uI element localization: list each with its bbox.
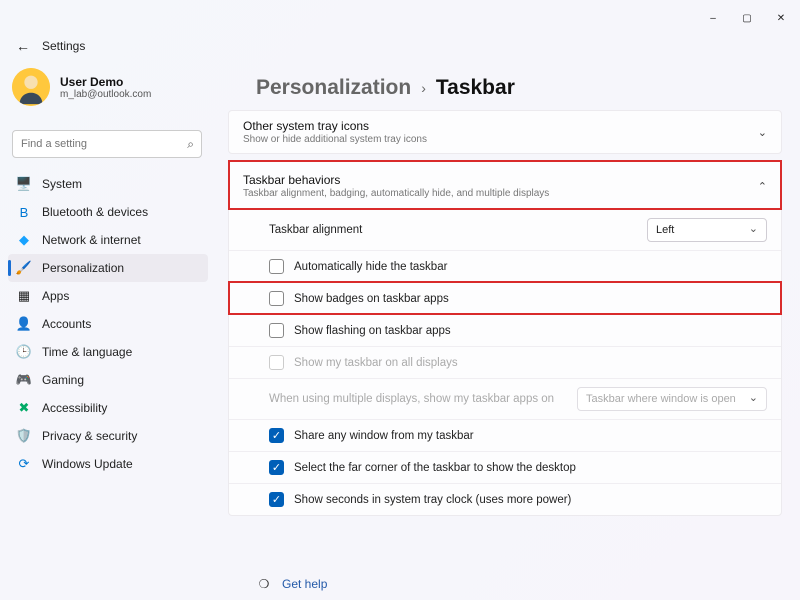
window-close-button[interactable]: ✕ xyxy=(764,6,798,30)
avatar xyxy=(12,68,50,106)
app-title: Settings xyxy=(42,39,85,53)
breadcrumb: Personalization › Taskbar xyxy=(256,76,515,100)
checkbox-badges[interactable] xyxy=(269,291,284,306)
nav-icon: ▦ xyxy=(16,288,32,304)
nav-icon: 🕒 xyxy=(16,344,32,360)
sidebar-item-bluetooth-devices[interactable]: B Bluetooth & devices xyxy=(8,198,208,226)
help-icon: ❍ xyxy=(256,576,272,592)
card-subtitle: Show or hide additional system tray icon… xyxy=(243,134,427,145)
back-button[interactable]: ← xyxy=(16,38,30,54)
row-label: Select the far corner of the taskbar to … xyxy=(294,462,576,474)
window-maximize-button[interactable]: ▢ xyxy=(730,6,764,30)
sidebar-item-privacy-security[interactable]: 🛡️ Privacy & security xyxy=(8,422,208,450)
nav-label: Apps xyxy=(42,289,69,303)
checkbox-far-corner[interactable]: ✓ xyxy=(269,460,284,475)
nav-icon: ◆ xyxy=(16,232,32,248)
card-title: Other system tray icons xyxy=(243,119,427,133)
row-label: Show badges on taskbar apps xyxy=(294,293,449,305)
nav-icon: ✖ xyxy=(16,400,32,416)
checkbox-autohide[interactable] xyxy=(269,259,284,274)
taskbar-alignment-select[interactable]: Left xyxy=(647,218,767,242)
sidebar-item-personalization[interactable]: 🖌️ Personalization xyxy=(8,254,208,282)
checkbox-flashing[interactable] xyxy=(269,323,284,338)
row-label: Taskbar alignment xyxy=(269,224,362,236)
nav-icon: 🖥️ xyxy=(16,176,32,192)
nav-label: Gaming xyxy=(42,373,84,387)
sidebar-nav: 🖥️ System B Bluetooth & devices ◆ Network & i… xyxy=(8,170,208,478)
row-show-seconds[interactable]: ✓ Show seconds in system tray clock (use… xyxy=(229,483,781,515)
nav-label: Windows Update xyxy=(42,457,133,471)
sidebar-item-gaming[interactable]: 🎮 Gaming xyxy=(8,366,208,394)
taskbar-behaviors-header[interactable]: Taskbar behaviors Taskbar alignment, bad… xyxy=(229,161,781,209)
multidisplay-where-select: Taskbar where window is open xyxy=(577,387,767,411)
sidebar-item-apps[interactable]: ▦ Apps xyxy=(8,282,208,310)
row-multidisplay-where: When using multiple displays, show my ta… xyxy=(229,378,781,419)
row-label: Show my taskbar on all displays xyxy=(294,357,458,369)
row-badges[interactable]: Show badges on taskbar apps xyxy=(229,282,781,314)
window-minimize-button[interactable]: – xyxy=(696,6,730,30)
row-label: When using multiple displays, show my ta… xyxy=(269,393,554,405)
row-multidisplay: Show my taskbar on all displays xyxy=(229,346,781,378)
breadcrumb-parent[interactable]: Personalization xyxy=(256,76,411,100)
nav-label: Network & internet xyxy=(42,233,141,247)
nav-icon: B xyxy=(16,204,32,220)
card-taskbar-behaviors: Taskbar behaviors Taskbar alignment, bad… xyxy=(228,160,782,516)
card-other-tray-icons[interactable]: Other system tray icons Show or hide add… xyxy=(228,110,782,154)
search-input[interactable] xyxy=(12,130,202,158)
chevron-up-icon: ⌃ xyxy=(758,180,767,193)
breadcrumb-current: Taskbar xyxy=(436,76,515,100)
user-name: User Demo xyxy=(60,75,151,89)
row-label: Show flashing on taskbar apps xyxy=(294,325,451,337)
nav-label: Privacy & security xyxy=(42,429,137,443)
sidebar-item-accounts[interactable]: 👤 Accounts xyxy=(8,310,208,338)
nav-label: Accessibility xyxy=(42,401,107,415)
nav-icon: 🖌️ xyxy=(16,260,32,276)
nav-icon: ⟳ xyxy=(16,456,32,472)
row-autohide[interactable]: Automatically hide the taskbar xyxy=(229,250,781,282)
checkbox-share-window[interactable]: ✓ xyxy=(269,428,284,443)
card-subtitle: Taskbar alignment, badging, automaticall… xyxy=(243,188,549,199)
row-label: Share any window from my taskbar xyxy=(294,430,474,442)
nav-icon: 👤 xyxy=(16,316,32,332)
sidebar-item-time-language[interactable]: 🕒 Time & language xyxy=(8,338,208,366)
row-label: Show seconds in system tray clock (uses … xyxy=(294,494,571,506)
nav-label: Personalization xyxy=(42,261,124,275)
sidebar-item-windows-update[interactable]: ⟳ Windows Update xyxy=(8,450,208,478)
nav-label: Accounts xyxy=(42,317,91,331)
nav-label: Time & language xyxy=(42,345,132,359)
chevron-right-icon: › xyxy=(421,80,426,96)
row-flashing[interactable]: Show flashing on taskbar apps xyxy=(229,314,781,346)
checkbox-multidisplay xyxy=(269,355,284,370)
row-label: Automatically hide the taskbar xyxy=(294,261,447,273)
user-email: m_lab@outlook.com xyxy=(60,89,151,100)
chevron-down-icon: ⌄ xyxy=(758,126,767,139)
sidebar-item-system[interactable]: 🖥️ System xyxy=(8,170,208,198)
sidebar-item-accessibility[interactable]: ✖ Accessibility xyxy=(8,394,208,422)
get-help-link[interactable]: ❍ Get help xyxy=(256,576,327,592)
card-title: Taskbar behaviors xyxy=(243,173,549,187)
nav-label: System xyxy=(42,177,82,191)
nav-label: Bluetooth & devices xyxy=(42,205,148,219)
checkbox-show-seconds[interactable]: ✓ xyxy=(269,492,284,507)
sidebar-item-network-internet[interactable]: ◆ Network & internet xyxy=(8,226,208,254)
row-taskbar-alignment: Taskbar alignment Left xyxy=(229,209,781,250)
nav-icon: 🎮 xyxy=(16,372,32,388)
row-share-window[interactable]: ✓ Share any window from my taskbar xyxy=(229,419,781,451)
row-far-corner[interactable]: ✓ Select the far corner of the taskbar t… xyxy=(229,451,781,483)
user-profile[interactable]: User Demo m_lab@outlook.com xyxy=(12,68,151,106)
nav-icon: 🛡️ xyxy=(16,428,32,444)
